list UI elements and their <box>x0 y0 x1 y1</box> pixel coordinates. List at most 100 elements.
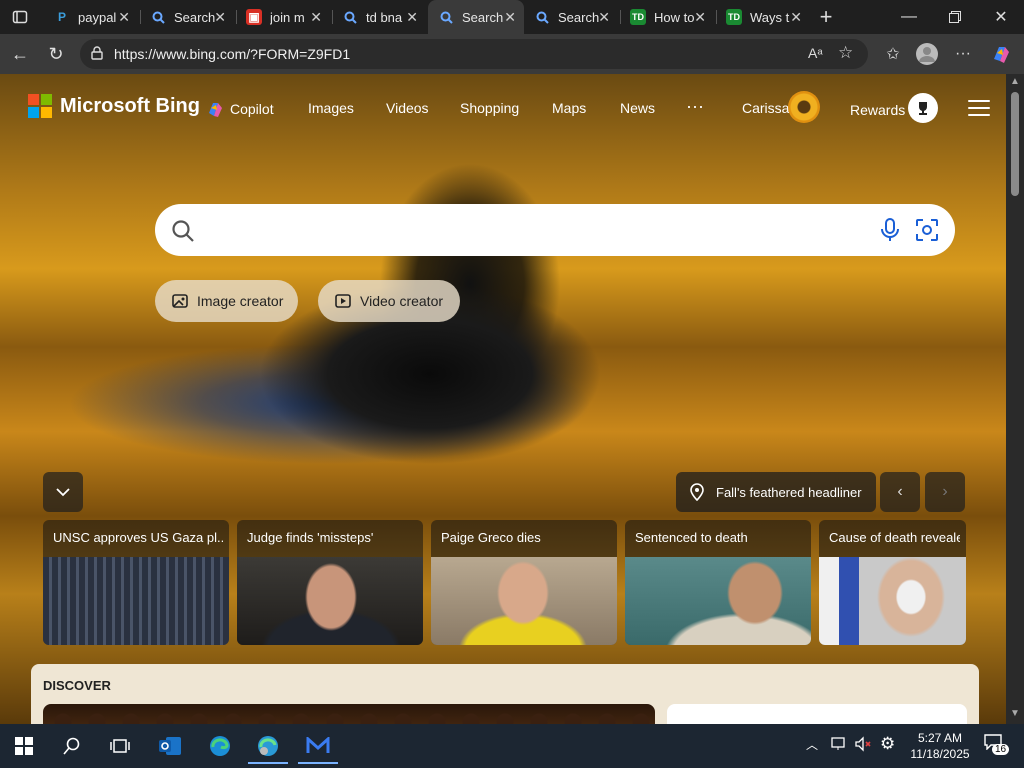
tab-search-1[interactable]: Search ✕ <box>140 0 234 34</box>
tab-how-to[interactable]: TD How to ✕ <box>620 0 714 34</box>
nav-shopping[interactable]: Shopping <box>460 100 519 116</box>
search-box[interactable] <box>155 204 955 256</box>
user-avatar[interactable] <box>788 91 820 123</box>
scrollbar-thumb[interactable] <box>1011 92 1019 196</box>
close-tab-icon[interactable]: ✕ <box>118 9 130 26</box>
refresh-button[interactable]: ↻ <box>42 40 70 68</box>
rewards-trophy-icon[interactable] <box>908 93 938 123</box>
close-window-button[interactable]: ✕ <box>978 0 1024 34</box>
close-tab-icon[interactable]: ✕ <box>214 9 226 26</box>
news-card-image <box>431 557 617 645</box>
news-card-image <box>43 557 229 645</box>
news-card-title: UNSC approves US Gaza pl... <box>53 530 223 545</box>
close-tab-icon[interactable]: ✕ <box>504 9 516 26</box>
windows-taskbar: ︿ ⚙ 5:27 AM 11/18/2025 16 <box>0 724 1024 768</box>
discover-side-card[interactable] <box>667 704 967 724</box>
menu-hamburger-icon[interactable] <box>968 100 990 116</box>
task-view-button[interactable] <box>100 730 140 762</box>
scroll-up-icon[interactable]: ▲ <box>1010 76 1020 87</box>
news-card[interactable]: UNSC approves US Gaza pl... <box>43 520 229 645</box>
tab-ways[interactable]: TD Ways t ✕ <box>716 0 810 34</box>
image-info-button[interactable]: Fall's feathered headliner <box>676 472 876 512</box>
news-card[interactable]: Judge finds 'missteps' <box>237 520 423 645</box>
search-icon <box>63 737 80 755</box>
scroll-down-icon[interactable]: ▼ <box>1010 708 1020 719</box>
new-tab-button[interactable]: + <box>806 0 846 34</box>
discover-feature-image[interactable] <box>43 704 655 724</box>
taskbar-outlook[interactable] <box>150 730 190 762</box>
microphone-icon[interactable] <box>879 218 901 242</box>
video-creator-button[interactable]: Video creator <box>318 280 460 322</box>
profile-button[interactable] <box>914 41 940 67</box>
previous-image-button[interactable]: ‹ <box>880 472 920 512</box>
news-card[interactable]: Cause of death revealed <box>819 520 966 645</box>
tab-label: td bna <box>366 9 403 25</box>
favorites-button[interactable]: ✩ <box>880 41 906 67</box>
nav-more[interactable]: ··· <box>686 96 704 117</box>
user-name[interactable]: Carissa <box>742 100 789 116</box>
news-card-title: Judge finds 'missteps' <box>247 530 374 545</box>
network-icon[interactable] <box>830 736 848 755</box>
search-icon <box>172 220 194 242</box>
close-tab-icon[interactable]: ✕ <box>694 9 706 26</box>
news-card[interactable]: Paige Greco dies <box>431 520 617 645</box>
rewards-label[interactable]: Rewards <box>850 102 905 118</box>
tab-join[interactable]: ▣ join m ✕ <box>236 0 330 34</box>
location-pin-icon <box>690 483 704 501</box>
tab-actions-icon <box>12 10 28 24</box>
taskbar-edge-profile[interactable] <box>248 730 288 764</box>
page-scrollbar[interactable]: ▲ ▼ <box>1006 74 1024 724</box>
td-icon: TD <box>726 9 742 25</box>
tab-search-2[interactable]: Search ✕ <box>524 0 618 34</box>
news-card-image <box>237 557 423 645</box>
notification-center-button[interactable]: 16 <box>984 734 1010 756</box>
news-card-title: Sentenced to death <box>635 530 748 545</box>
close-tab-icon[interactable]: ✕ <box>406 9 418 26</box>
back-button[interactable]: ← <box>6 40 34 68</box>
taskbar-search-button[interactable] <box>52 730 92 762</box>
image-creator-icon <box>172 294 188 308</box>
minimize-button[interactable]: — <box>886 0 932 34</box>
taskbar-mail-app[interactable] <box>298 730 338 764</box>
tab-label: Search <box>174 9 216 25</box>
close-tab-icon[interactable]: ✕ <box>790 9 802 26</box>
volume-muted-icon[interactable] <box>854 736 872 755</box>
search-input[interactable] <box>211 218 855 244</box>
image-creator-button[interactable]: Image creator <box>155 280 298 322</box>
plus-icon: + <box>819 4 833 29</box>
tab-search-active[interactable]: Search ✕ <box>428 0 524 34</box>
tab-paypal[interactable]: P paypal ✕ <box>44 0 138 34</box>
address-bar[interactable]: https://www.bing.com/?FORM=Z9FD1 Aᵃ ☆ <box>80 39 868 69</box>
visual-search-icon[interactable] <box>915 218 939 242</box>
nav-videos[interactable]: Videos <box>386 100 429 116</box>
refresh-icon: ↻ <box>48 43 64 64</box>
read-aloud-icon[interactable]: Aᵃ <box>808 45 823 61</box>
favorite-star-icon[interactable]: ☆ <box>838 43 853 63</box>
tab-label: join m <box>270 9 305 25</box>
nav-news[interactable]: News <box>620 100 655 116</box>
bing-search-icon <box>342 9 358 25</box>
system-clock[interactable]: 5:27 AM 11/18/2025 <box>908 730 972 762</box>
tab-td-bna[interactable]: td bna ✕ <box>332 0 426 34</box>
nav-copilot[interactable]: Copilot <box>206 100 274 118</box>
close-tab-icon[interactable]: ✕ <box>598 9 610 26</box>
close-tab-icon[interactable]: ✕ <box>310 9 322 26</box>
nav-maps[interactable]: Maps <box>552 100 586 116</box>
taskbar-edge[interactable] <box>200 730 240 762</box>
news-card[interactable]: Sentenced to death <box>625 520 811 645</box>
favorites-icon: ✩ <box>886 46 900 63</box>
settings-gear-icon[interactable]: ⚙ <box>880 734 895 754</box>
next-image-button[interactable]: › <box>925 472 965 512</box>
tray-overflow-icon[interactable]: ︿ <box>806 736 818 753</box>
restore-button[interactable] <box>932 0 978 34</box>
tab-label: Search <box>558 9 600 25</box>
copilot-sidebar-button[interactable] <box>988 41 1014 67</box>
settings-more-button[interactable]: ··· <box>950 41 976 67</box>
start-button[interactable] <box>4 730 44 762</box>
mail-app-icon <box>306 737 330 753</box>
tab-actions-button[interactable] <box>0 0 40 34</box>
chevron-down-icon <box>56 488 70 497</box>
nav-images[interactable]: Images <box>308 100 354 116</box>
bing-logo[interactable]: Microsoft Bing <box>28 94 200 118</box>
collapse-feed-button[interactable] <box>43 472 83 512</box>
